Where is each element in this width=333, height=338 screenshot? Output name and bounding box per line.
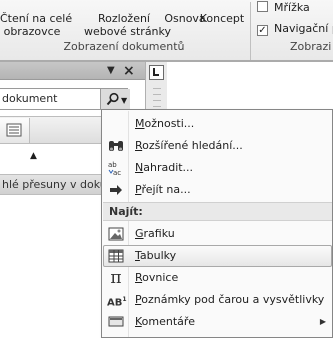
- comment-icon: [108, 316, 124, 327]
- nav-pane-header: ▼ ×: [0, 62, 145, 80]
- binoculars-icon: [109, 141, 123, 151]
- tab-pages[interactable]: [0, 118, 30, 143]
- show-group-title: Zobrazi: [290, 40, 332, 53]
- menu-item-footnotes[interactable]: AB1 Poznámky pod čarou a vysvětlivky: [103, 289, 332, 311]
- gridlines-label: Mřížka: [274, 1, 310, 14]
- svg-text:ab: ab: [108, 161, 117, 169]
- replace-icon: ab ac: [108, 161, 121, 176]
- submenu-arrow-icon: ▶: [319, 317, 326, 326]
- menu-item-label: Možnosti...: [135, 117, 195, 130]
- menu-item-label: Komentáře: [135, 315, 195, 328]
- menu-item-label: Tabulky: [135, 249, 177, 262]
- checkbox-box[interactable]: [257, 1, 268, 12]
- table-icon: [108, 249, 124, 263]
- menu-item-replace[interactable]: ab ac Nahradit...: [103, 157, 332, 179]
- checkmark-icon[interactable]: ✓: [257, 25, 268, 36]
- full-screen-reading-button[interactable]: Čtení na celé obrazovce: [0, 12, 72, 38]
- chevron-down-icon: ▼: [121, 96, 128, 105]
- menu-item-comments[interactable]: Komentáře ▶: [103, 311, 332, 333]
- close-icon[interactable]: ×: [123, 62, 135, 80]
- arrow-right-icon: [110, 185, 122, 195]
- menu-item-label: Grafiku: [135, 227, 175, 240]
- navigation-pane-checkbox[interactable]: ✓ Navigační p: [257, 21, 333, 37]
- find-section-label: Najít:: [109, 205, 143, 218]
- tab-selector-button[interactable]: [149, 65, 164, 80]
- picture-icon: [108, 227, 124, 241]
- draft-button[interactable]: Koncept: [198, 12, 246, 25]
- menu-item-label: Rovnice: [135, 271, 179, 284]
- document-views-group-title: Zobrazení dokumentů: [63, 40, 185, 53]
- collapse-up-icon[interactable]: ▲: [30, 151, 37, 161]
- find-section-header: Najít:: [103, 202, 332, 221]
- pages-icon: [6, 123, 22, 137]
- menu-item-equations[interactable]: π Rovnice: [103, 267, 332, 289]
- footnote-icon: AB1: [107, 296, 127, 309]
- menu-item-advanced-find[interactable]: Rozšířené hledání...: [103, 135, 332, 157]
- gridlines-checkbox[interactable]: Mřížka: [257, 0, 333, 16]
- menu-item-label: Rozšířené hledání...: [135, 139, 243, 152]
- menu-item-label: Poznámky pod čarou a vysvětlivky: [135, 293, 325, 306]
- menu-item-label: Přejít na...: [135, 183, 191, 196]
- ribbon-group-separator: [250, 2, 251, 60]
- menu-item-graphics[interactable]: Grafiku: [103, 223, 332, 245]
- svg-text:ac: ac: [113, 169, 121, 176]
- pi-icon: π: [110, 268, 122, 288]
- menu-item-tables[interactable]: Tabulky: [103, 245, 332, 267]
- search-options-menu: Možnosti... Rozšířené hledání... ab ac N…: [101, 109, 333, 338]
- ribbon: Čtení na celé obrazovce Rozložení webové…: [0, 0, 333, 62]
- web-layout-button[interactable]: Rozložení webové stránky: [84, 12, 171, 38]
- left-tab-icon: [153, 68, 159, 76]
- search-icon: [106, 92, 119, 106]
- chevron-down-icon[interactable]: ▼: [107, 65, 115, 76]
- menu-item-label: Nahradit...: [135, 161, 194, 174]
- menu-item-options[interactable]: Možnosti...: [103, 113, 332, 135]
- navigation-pane-label: Navigační p: [274, 22, 333, 35]
- menu-item-go-to[interactable]: Přejít na...: [103, 179, 332, 201]
- search-button[interactable]: ▼: [100, 89, 130, 109]
